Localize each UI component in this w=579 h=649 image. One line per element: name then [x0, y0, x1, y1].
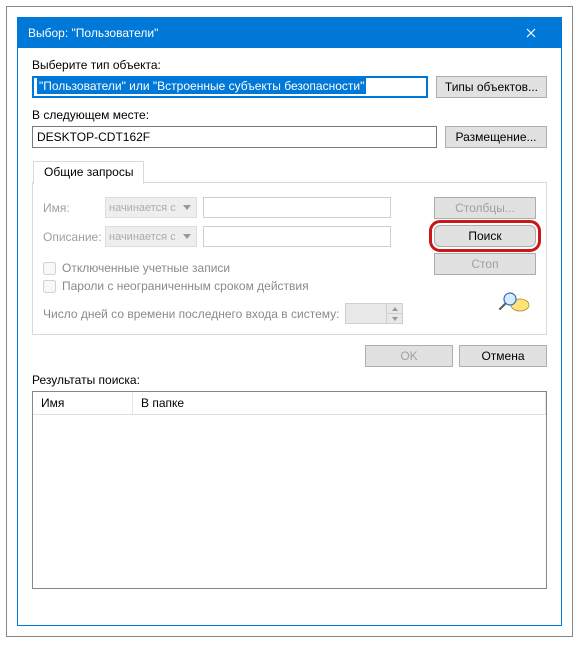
locations-button[interactable]: Размещение... [445, 126, 547, 148]
description-match-select[interactable]: начинается с [105, 226, 197, 247]
column-folder[interactable]: В папке [133, 392, 546, 414]
name-input[interactable] [203, 197, 391, 218]
outer-frame: Выбор: "Пользователи" Выберите тип объек… [6, 6, 573, 637]
find-now-button[interactable]: Поиск [434, 225, 536, 247]
location-field[interactable]: DESKTOP-CDT162F [32, 126, 437, 148]
window-title: Выбор: "Пользователи" [28, 26, 158, 40]
location-label: В следующем месте: [32, 108, 547, 122]
object-types-button[interactable]: Типы объектов... [436, 76, 547, 98]
stop-button[interactable]: Стоп [434, 253, 536, 275]
name-label: Имя: [43, 201, 99, 215]
spinner-down[interactable] [386, 314, 402, 323]
spinner-up[interactable] [386, 304, 402, 314]
common-queries-panel: Общие запросы Имя: начинается с [32, 182, 547, 335]
spinner-buttons [386, 304, 402, 323]
grid-header: Имя В папке [33, 392, 546, 415]
disabled-accounts-label: Отключенные учетные записи [62, 261, 230, 275]
titlebar: Выбор: "Пользователи" [18, 18, 561, 48]
close-icon [526, 28, 536, 38]
close-button[interactable] [511, 18, 551, 48]
description-input[interactable] [203, 226, 391, 247]
object-type-value: "Пользователи" или "Встроенные субъекты … [37, 78, 366, 94]
days-spinner[interactable] [345, 303, 403, 324]
magnifier-icon [498, 291, 530, 313]
location-value: DESKTOP-CDT162F [37, 130, 150, 144]
cancel-button[interactable]: Отмена [459, 345, 547, 367]
object-type-label: Выберите тип объекта: [32, 58, 547, 72]
non-expiring-password-label: Пароли с неограниченным сроком действия [62, 279, 309, 293]
dialog-content: Выберите тип объекта: "Пользователи" или… [18, 48, 561, 599]
results-label: Результаты поиска: [32, 373, 547, 387]
description-label: Описание: [43, 230, 99, 244]
object-type-field[interactable]: "Пользователи" или "Встроенные субъекты … [32, 76, 428, 98]
disabled-accounts-checkbox[interactable] [43, 262, 56, 275]
ok-button[interactable]: OK [365, 345, 453, 367]
results-grid[interactable]: Имя В папке [32, 391, 547, 589]
column-name[interactable]: Имя [33, 392, 133, 414]
side-buttons: Столбцы... Поиск Стоп [434, 197, 536, 324]
search-decoration [434, 291, 536, 313]
name-match-select[interactable]: начинается с [105, 197, 197, 218]
days-since-logon-label: Число дней со времени последнего входа в… [43, 307, 339, 321]
tab-common-queries[interactable]: Общие запросы [33, 161, 144, 184]
columns-button[interactable]: Столбцы... [434, 197, 536, 219]
days-input[interactable] [346, 304, 386, 323]
non-expiring-password-checkbox[interactable] [43, 280, 56, 293]
dialog-window: Выбор: "Пользователи" Выберите тип объек… [17, 17, 562, 626]
